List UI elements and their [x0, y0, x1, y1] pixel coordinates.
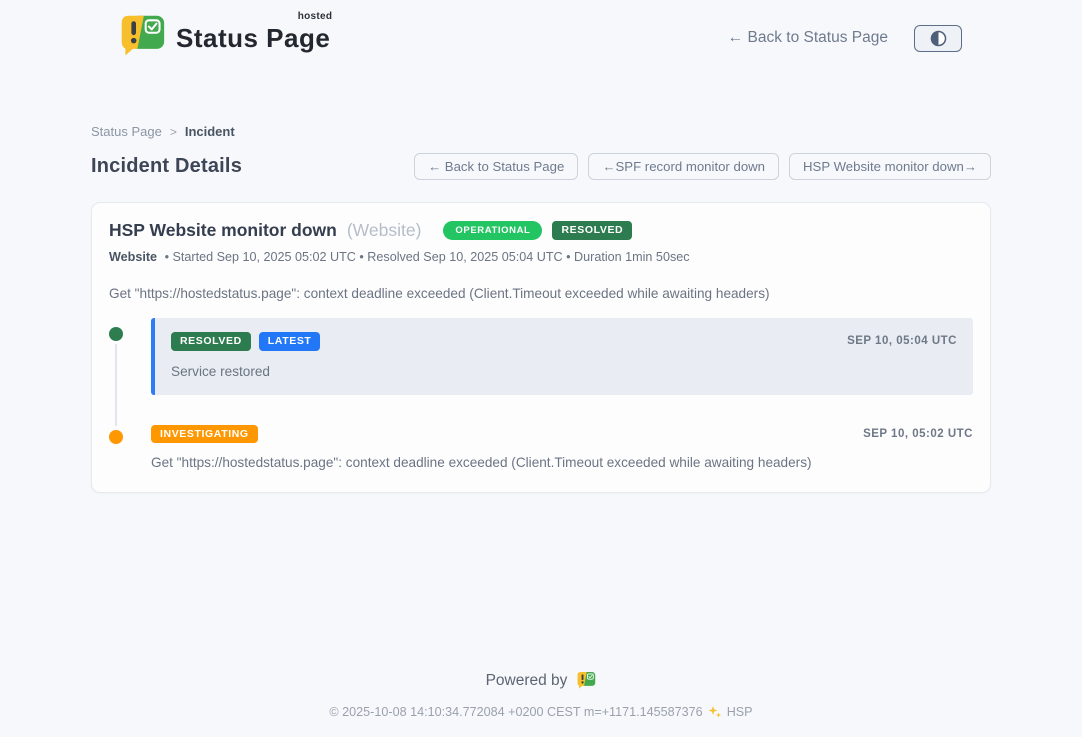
breadcrumb-incident: Incident — [185, 124, 235, 139]
brand-logo[interactable]: Status Page hosted — [118, 13, 330, 64]
timeline-entry-investigating: INVESTIGATING SEP 10, 05:02 UTC Get "htt… — [109, 425, 973, 473]
footer: Powered by © 2025-10-08 14:10:34.772084 … — [0, 671, 1082, 719]
incident-meta-details: • Started Sep 10, 2025 05:02 UTC • Resol… — [165, 250, 690, 264]
timeline-message: Service restored — [171, 364, 957, 379]
incident-card: HSP Website monitor down (Website) OPERA… — [91, 202, 991, 493]
incident-meta: Website • Started Sep 10, 2025 05:02 UTC… — [109, 250, 973, 264]
breadcrumb-status-page[interactable]: Status Page — [91, 124, 162, 139]
copyright-suffix: HSP — [727, 705, 753, 719]
header-back-link[interactable]: ← Back to Status Page — [728, 29, 888, 47]
latest-badge: LATEST — [259, 332, 321, 351]
header: Status Page hosted ← Back to Status Page — [0, 0, 1082, 64]
sparkles-icon — [708, 705, 722, 719]
incident-nav-buttons: ← Back to Status Page ←SPF record monito… — [414, 153, 991, 180]
theme-toggle-button[interactable] — [914, 25, 962, 52]
incident-service: Website — [109, 250, 157, 264]
incident-scope: (Website) — [347, 220, 422, 241]
timeline-entry-resolved: RESOLVED LATEST SEP 10, 05:04 UTC Servic… — [109, 318, 973, 395]
back-to-status-page-button[interactable]: ← Back to Status Page — [414, 153, 578, 180]
timeline-message: Get "https://hostedstatus.page": context… — [151, 455, 973, 470]
timeline-timestamp: SEP 10, 05:02 UTC — [863, 428, 973, 440]
brand-superscript: hosted — [298, 11, 333, 22]
powered-by-link[interactable]: Powered by — [486, 671, 597, 690]
powered-by-label: Powered by — [486, 672, 568, 690]
timeline-dot-green — [109, 327, 123, 341]
title-row: Incident Details ← Back to Status Page ←… — [91, 153, 991, 180]
prev-incident-button[interactable]: ←SPF record monitor down — [588, 153, 779, 180]
resolved-status-badge: RESOLVED — [171, 332, 251, 351]
incident-title-row: HSP Website monitor down (Website) OPERA… — [109, 220, 973, 241]
resolved-badge: RESOLVED — [552, 221, 632, 240]
header-right: ← Back to Status Page — [728, 25, 962, 52]
investigating-status-badge: INVESTIGATING — [151, 425, 258, 444]
timeline-update-content: INVESTIGATING SEP 10, 05:02 UTC Get "htt… — [151, 425, 973, 473]
timeline-latest-update-box: RESOLVED LATEST SEP 10, 05:04 UTC Servic… — [151, 318, 973, 395]
timeline-entry-header: INVESTIGATING SEP 10, 05:02 UTC — [151, 425, 973, 444]
next-incident-button[interactable]: HSP Website monitor down→ — [789, 153, 991, 180]
page-title: Incident Details — [91, 155, 242, 178]
status-page-logo-icon — [118, 13, 166, 64]
breadcrumb-separator: > — [170, 125, 177, 139]
main-content: Status Page > Incident Incident Details … — [91, 124, 991, 493]
breadcrumb: Status Page > Incident — [91, 124, 991, 139]
incident-timeline: RESOLVED LATEST SEP 10, 05:04 UTC Servic… — [109, 318, 973, 472]
incident-title: HSP Website monitor down — [109, 220, 337, 241]
operational-badge: OPERATIONAL — [443, 221, 542, 241]
timeline-timestamp: SEP 10, 05:04 UTC — [847, 335, 957, 347]
incident-description: Get "https://hostedstatus.page": context… — [109, 286, 973, 301]
timeline-entry-header: RESOLVED LATEST SEP 10, 05:04 UTC — [171, 332, 957, 351]
brand-text: Status Page hosted — [176, 13, 330, 54]
brand-name: Status Page — [176, 23, 330, 53]
copyright-line: © 2025-10-08 14:10:34.772084 +0200 CEST … — [0, 705, 1082, 719]
contrast-icon — [929, 29, 948, 48]
copyright-text: © 2025-10-08 14:10:34.772084 +0200 CEST … — [329, 705, 702, 719]
timeline-dot-orange — [109, 430, 123, 444]
status-page-mini-logo-icon — [576, 671, 596, 690]
